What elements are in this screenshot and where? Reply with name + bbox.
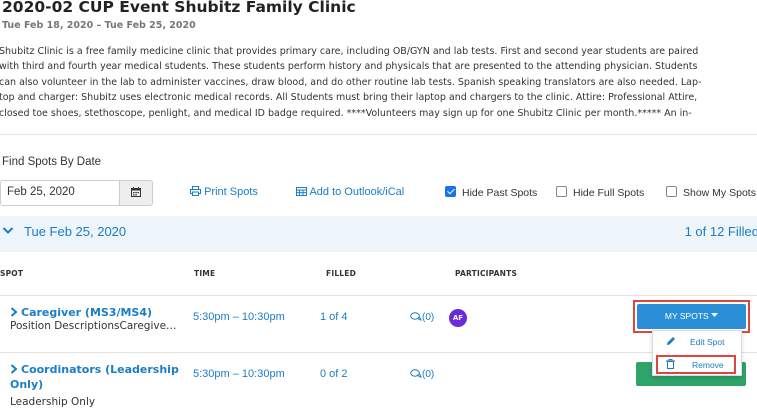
show-my-spots-checkbox[interactable]: Show My Spots [666,186,756,199]
pencil-icon [667,337,675,345]
comments-link[interactable]: (0) [410,312,434,323]
add-to-calendar-link[interactable]: Add to Outlook/iCal [296,186,404,198]
print-spots-link[interactable]: Print Spots [190,186,258,198]
spot-subtitle: Position DescriptionsCaregive… [10,320,177,332]
comment-icon [410,312,422,321]
find-spots-label: Find Spots By Date [2,156,102,168]
chevron-down-icon[interactable] [2,224,14,239]
comment-icon [410,369,422,378]
date-input[interactable]: Feb 25, 2020 [0,180,120,206]
spot-name-link[interactable]: Caregiver (MS3/MS4) [10,305,177,320]
checkbox-unchecked[interactable] [556,186,567,197]
description-line: top and charger: Shubitz uses electronic… [0,92,698,104]
description-line: with third and fourth year medical stude… [0,61,698,73]
column-header-spot: SPOT [0,269,24,278]
hide-full-spots-checkbox[interactable]: Hide Full Spots [556,186,644,199]
spot-filled: 0 of 2 [320,368,348,380]
table-row: Caregiver (MS3/MS4) Position Description… [10,305,177,332]
event-title: 2020-02 CUP Event Shubitz Family Clinic [2,0,356,16]
show-my-spots-label: Show My Spots [683,187,756,199]
event-date-range: Tue Feb 18, 2020 – Tue Feb 25, 2020 [2,20,196,31]
print-spots-label: Print Spots [204,186,258,198]
add-to-calendar-label: Add to Outlook/iCal [309,186,405,198]
divider [0,352,757,353]
spot-time: 5:30pm – 10:30pm [193,311,285,323]
calendar-icon [131,187,141,197]
print-icon [190,186,201,196]
avatar[interactable]: AF [449,309,467,327]
hide-past-spots-checkbox[interactable]: Hide Past Spots [445,186,537,199]
description-line: closed toe shoes, stethoscope, penlight,… [0,107,692,119]
spot-name: Caregiver (MS3/MS4) [21,306,153,319]
hide-full-spots-label: Hide Full Spots [573,187,645,199]
highlight-box [633,300,750,333]
description-line: can also volunteer in the lab to adminis… [0,76,702,88]
comments-count: (0) [422,312,435,323]
highlight-box [656,355,736,374]
description-line: Shubitz Clinic is a free family medicine… [0,46,699,57]
spot-time: 5:30pm – 10:30pm [193,368,285,380]
spot-name: Coordinators (Leadership Only) [10,363,179,391]
divider [0,295,757,296]
divider [0,134,757,135]
chevron-right-icon [10,364,18,374]
edit-spot-label: Edit Spot [690,337,725,347]
spot-subtitle: Leadership Only [10,396,96,408]
column-header-participants: PARTICIPANTS [455,269,518,278]
spot-filled: 1 of 4 [320,311,348,323]
hide-past-spots-label: Hide Past Spots [462,187,538,199]
column-header-time: TIME [194,269,216,278]
table-row: Coordinators (Leadership Only) Leadershi… [10,362,180,408]
calendar-button[interactable] [119,180,153,206]
event-description: Shubitz Clinic is a free family medicine… [0,44,757,120]
calendar-add-icon [296,187,307,196]
chevron-right-icon [10,307,18,317]
checkbox-checked[interactable] [445,186,456,197]
date-group-filled-count: 1 of 12 Filled [684,224,757,239]
comments-count: (0) [422,369,435,380]
spot-name-link[interactable]: Coordinators (Leadership Only) [10,362,180,392]
comments-link[interactable]: (0) [410,369,434,380]
date-group-date: Tue Feb 25, 2020 [24,224,127,239]
edit-spot-menu-item[interactable]: Edit Spot [666,336,725,347]
checkbox-unchecked[interactable] [666,186,677,197]
column-header-filled: FILLED [326,269,357,278]
